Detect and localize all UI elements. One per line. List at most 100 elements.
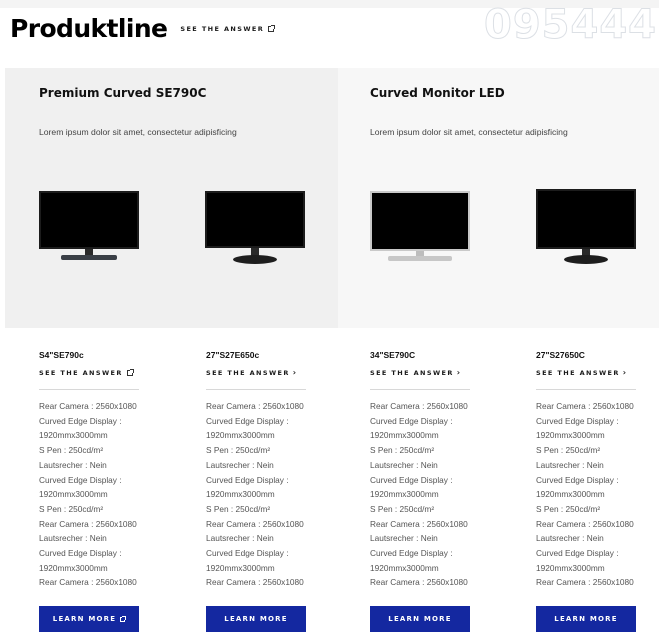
- hero-title: Curved Monitor LED: [370, 86, 505, 100]
- see-answer-label: SEE THE ANSWER: [370, 369, 454, 377]
- spec-item: Curved Edge Display :: [39, 474, 122, 485]
- spec-item: S Pen : 250cd/m²: [536, 445, 601, 456]
- spec-item: Lautsrecher : Nein: [370, 459, 438, 470]
- chevron-right-icon: ›: [292, 368, 298, 377]
- divider: [39, 389, 139, 390]
- spec-list: Rear Camera : 2560x1080 Curved Edge Disp…: [370, 399, 470, 590]
- product-column: S4"SE790c SEE THE ANSWER Rear Camera : 2…: [39, 350, 139, 590]
- product-model: 27"S27E650c: [206, 350, 260, 360]
- spec-item: Lautsrecher : Nein: [536, 533, 604, 544]
- spec-item: Curved Edge Display :: [370, 548, 453, 559]
- spec-item: Rear Camera : 2560x1080: [536, 401, 634, 411]
- spec-item: S Pen : 250cd/m²: [206, 503, 271, 514]
- spec-item: Lautsrecher : Nein: [39, 459, 107, 470]
- spec-item: S Pen : 250cd/m²: [39, 503, 104, 514]
- external-link-icon: [120, 615, 127, 622]
- spec-item: Rear Camera : 2560x1080: [206, 401, 304, 411]
- spec-item: S Pen : 250cd/m²: [206, 445, 271, 456]
- spec-item: Rear Camera : 2560x1080: [206, 518, 304, 529]
- spec-item: Curved Edge Display :: [206, 474, 289, 485]
- hero-premium-curved: Premium Curved SE790C Lorem ipsum dolor …: [5, 68, 338, 328]
- hero-curved-monitor-led: Curved Monitor LED Lorem ipsum dolor sit…: [338, 68, 659, 328]
- spec-item: Lautsrecher : Nein: [370, 533, 438, 544]
- see-answer-label: SEE THE ANSWER: [180, 25, 265, 33]
- spec-item: Curved Edge Display :: [536, 548, 619, 559]
- spec-list: Rear Camera : 2560x1080 Curved Edge Disp…: [536, 399, 636, 590]
- spec-item: Rear Camera : 2560x1080: [370, 518, 468, 529]
- monitor-image: [370, 191, 470, 265]
- spec-item: 1920mmx3000mm: [206, 489, 275, 500]
- see-answer-link[interactable]: SEE THE ANSWER ›: [206, 368, 298, 378]
- spec-item: Rear Camera : 2560x1080: [39, 518, 137, 529]
- spec-item: Rear Camera : 2560x1080: [536, 518, 634, 529]
- spec-item: Rear Camera : 2560x1080: [39, 577, 137, 588]
- learn-more-label: LEARN MORE: [224, 615, 288, 623]
- spec-item: Rear Camera : 2560x1080: [370, 577, 468, 588]
- see-answer-label: SEE THE ANSWER: [39, 369, 123, 377]
- spec-item: S Pen : 250cd/m²: [536, 503, 601, 514]
- spec-list: Rear Camera : 2560x1080 Curved Edge Disp…: [39, 399, 139, 590]
- spec-item: S Pen : 250cd/m²: [370, 445, 435, 456]
- spec-item: Curved Edge Display :: [536, 474, 619, 485]
- spec-list: Rear Camera : 2560x1080 Curved Edge Disp…: [206, 399, 306, 590]
- divider: [536, 389, 636, 390]
- spec-item: 1920mmx3000mm: [39, 562, 108, 573]
- spec-item: Curved Edge Display :: [536, 415, 619, 426]
- spec-item: 1920mmx3000mm: [370, 562, 439, 573]
- product-model: 34"SE790C: [370, 350, 416, 360]
- spec-item: 1920mmx3000mm: [536, 562, 605, 573]
- hero-title: Premium Curved SE790C: [39, 86, 207, 100]
- learn-more-button[interactable]: LEARN MORE: [39, 606, 139, 632]
- spec-item: Curved Edge Display :: [206, 415, 289, 426]
- chevron-right-icon: ›: [456, 368, 462, 377]
- spec-item: 1920mmx3000mm: [39, 489, 108, 500]
- spec-item: 1920mmx3000mm: [206, 562, 275, 573]
- divider: [370, 389, 470, 390]
- spec-item: Curved Edge Display :: [39, 415, 122, 426]
- see-answer-label: SEE THE ANSWER: [536, 369, 620, 377]
- spec-item: 1920mmx3000mm: [536, 430, 605, 441]
- hero-description: Lorem ipsum dolor sit amet, consectetur …: [39, 127, 237, 137]
- spec-item: 1920mmx3000mm: [370, 430, 439, 441]
- spec-item: S Pen : 250cd/m²: [39, 445, 104, 456]
- hero-description: Lorem ipsum dolor sit amet, consectetur …: [370, 127, 568, 137]
- product-column: 34"SE790C SEE THE ANSWER › Rear Camera :…: [370, 350, 470, 590]
- see-answer-link[interactable]: SEE THE ANSWER ›: [536, 369, 627, 378]
- spec-item: Rear Camera : 2560x1080: [370, 401, 468, 411]
- product-model: S4"SE790c: [39, 350, 84, 360]
- spec-item: Lautsrecher : Nein: [39, 533, 107, 544]
- learn-more-button[interactable]: LEARN MORE: [370, 606, 470, 632]
- see-answer-label: SEE THE ANSWER: [206, 369, 290, 377]
- learn-more-label: LEARN MORE: [388, 615, 452, 623]
- monitor-image: [39, 191, 139, 263]
- spec-item: Lautsrecher : Nein: [206, 533, 274, 544]
- spec-item: 1920mmx3000mm: [370, 489, 439, 500]
- external-link-icon: [268, 25, 276, 32]
- spec-item: Lautsrecher : Nein: [536, 459, 604, 470]
- spec-item: 1920mmx3000mm: [536, 489, 605, 500]
- spec-item: Lautsrecher : Nein: [206, 459, 274, 470]
- external-link-icon: [126, 369, 134, 376]
- header-see-answer-link[interactable]: SEE THE ANSWER: [180, 25, 276, 33]
- learn-more-label: LEARN MORE: [554, 615, 618, 623]
- spec-item: Rear Camera : 2560x1080: [536, 577, 634, 588]
- monitor-image: [205, 191, 305, 265]
- learn-more-button[interactable]: LEARN MORE: [536, 606, 636, 632]
- see-answer-link[interactable]: SEE THE ANSWER: [39, 369, 134, 377]
- learn-more-button[interactable]: LEARN MORE: [206, 606, 306, 632]
- learn-more-label: LEARN MORE: [52, 615, 117, 623]
- page-header: Produktline SEE THE ANSWER: [10, 14, 276, 43]
- spec-item: Curved Edge Display :: [39, 548, 122, 559]
- spec-item: Rear Camera : 2560x1080: [39, 401, 137, 411]
- monitor-image: [536, 189, 636, 265]
- spec-item: Curved Edge Display :: [370, 415, 453, 426]
- page-title: Produktline: [10, 14, 168, 43]
- spec-item: 1920mmx3000mm: [39, 430, 108, 441]
- spec-item: Curved Edge Display :: [370, 474, 453, 485]
- spec-item: 1920mmx3000mm: [206, 430, 275, 441]
- watermark: 095444: [484, 2, 657, 49]
- spec-item: S Pen : 250cd/m²: [370, 503, 435, 514]
- product-column: 27"S27E650c SEE THE ANSWER › Rear Camera…: [206, 350, 306, 590]
- see-answer-link[interactable]: SEE THE ANSWER ›: [370, 368, 462, 378]
- spec-item: Curved Edge Display :: [206, 548, 289, 559]
